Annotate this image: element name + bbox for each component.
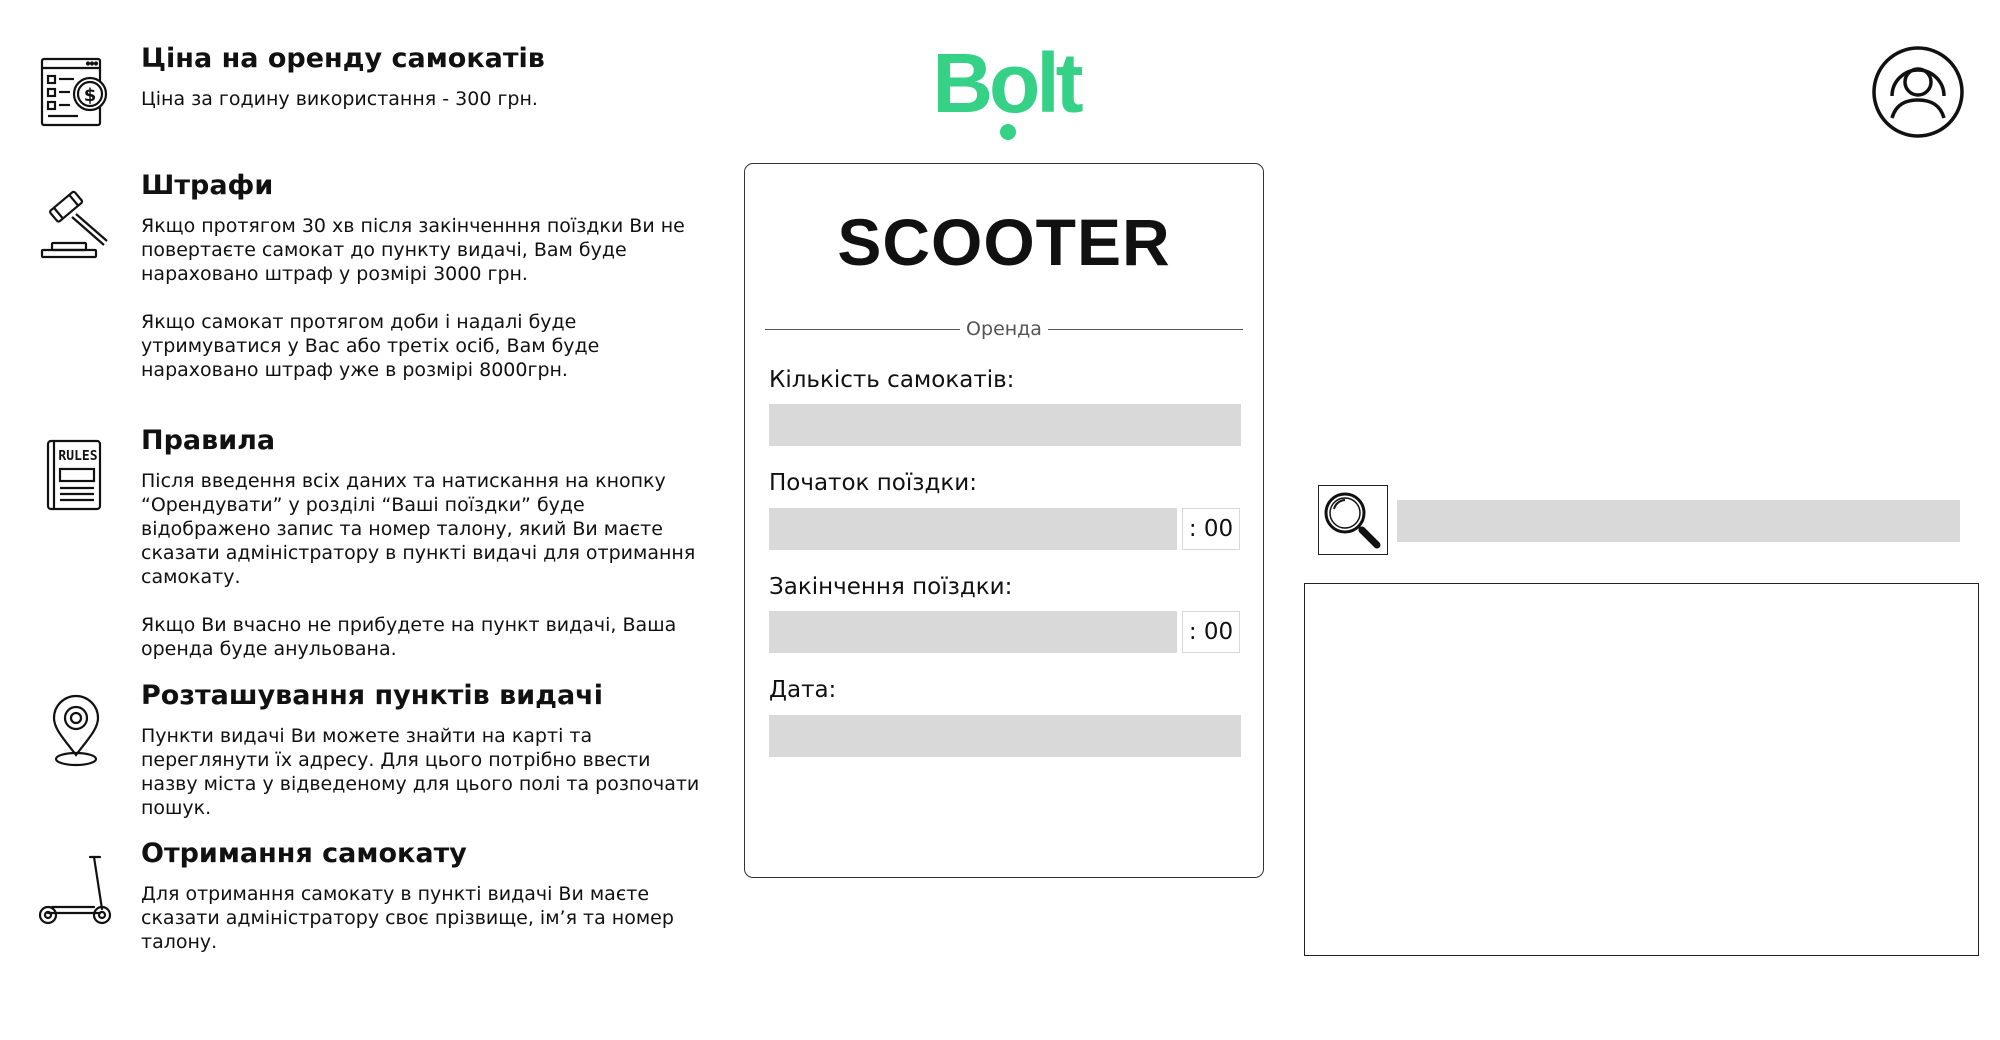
quantity-label: Кількість самокатів:: [769, 367, 1015, 393]
user-avatar-icon[interactable]: [1870, 44, 1966, 140]
date-input[interactable]: [769, 715, 1241, 757]
start-time-suffix: : 00: [1182, 508, 1240, 550]
info-rules-title: Правила: [141, 425, 276, 456]
search-button[interactable]: [1318, 485, 1388, 555]
search-icon: [1324, 492, 1381, 549]
rental-form-title: SCOOTER: [837, 205, 1171, 279]
info-fines: Штрафи Якщо протягом 30 хв після закінче…: [0, 169, 720, 389]
bolt-logo[interactable]: Bolt: [925, 42, 1087, 142]
info-pickup-title: Отримання самокату: [141, 838, 467, 869]
info-locations-paragraph: Пункти видачі Ви можете знайти на карті …: [141, 724, 700, 819]
info-price-title: Ціна на оренду самокатів: [141, 43, 545, 74]
info-rules: RULES Правила Після введення всіх даних …: [0, 424, 720, 660]
map-area[interactable]: [1304, 583, 1979, 956]
info-fines-paragraph-2: Якщо самокат протягом доби і надалі буде…: [141, 310, 600, 381]
info-rules-paragraph-1: Після введення всіх даних та натискання …: [141, 469, 696, 588]
info-price-paragraph: Ціна за годину використання - 300 грн.: [141, 87, 538, 110]
info-rules-paragraph-2: Якщо Ви вчасно не прибудете на пункт вид…: [141, 613, 677, 660]
rental-section-label: Оренда: [966, 318, 1042, 340]
scooter-icon: [38, 853, 114, 929]
end-time-label: Закінчення поїздки:: [769, 574, 1013, 600]
info-price: $ Ціна на оренду самокатів Ціна за годин…: [0, 42, 720, 132]
svg-text:$: $: [84, 85, 97, 106]
info-locations-text: Розташування пунктів видачі Пункти видач…: [141, 679, 711, 820]
gavel-icon: [38, 187, 114, 263]
rules-book-icon: RULES: [38, 438, 114, 514]
start-time-input[interactable]: [769, 508, 1177, 550]
info-price-text: Ціна на оренду самокатів Ціна за годину …: [141, 42, 711, 111]
info-pickup: Отримання самокату Для отримання самокат…: [0, 837, 720, 967]
divider-line-left: [765, 328, 961, 330]
price-list-icon: $: [38, 56, 114, 132]
city-search-input[interactable]: [1397, 500, 1960, 542]
info-fines-text: Штрафи Якщо протягом 30 хв після закінче…: [141, 169, 711, 382]
quantity-input[interactable]: [769, 404, 1241, 446]
info-locations-title: Розташування пунктів видачі: [141, 680, 603, 711]
date-label: Дата:: [769, 677, 837, 703]
end-time-suffix: : 00: [1182, 611, 1240, 653]
start-time-label: Початок поїздки:: [769, 470, 977, 496]
info-fines-paragraph-1: Якщо протягом 30 хв після закінченння по…: [141, 214, 685, 285]
info-locations: Розташування пунктів видачі Пункти видач…: [0, 679, 720, 819]
rules-icon-label: RULES: [58, 449, 97, 464]
info-rules-text: Правила Після введення всіх даних та нат…: [141, 424, 711, 661]
rental-form-card: SCOOTER Оренда Кількість самокатів: Поча…: [744, 163, 1264, 878]
info-pickup-paragraph: Для отримання самокату в пункті видачі В…: [141, 882, 674, 953]
info-fines-title: Штрафи: [141, 170, 274, 201]
divider-line-right: [1047, 328, 1244, 330]
bolt-logo-text: Bolt: [932, 42, 1082, 130]
info-pickup-text: Отримання самокату Для отримання самокат…: [141, 837, 711, 954]
bolt-logo-dot: [1000, 124, 1016, 140]
end-time-input[interactable]: [769, 611, 1177, 653]
rental-section-divider: Оренда: [765, 318, 1244, 340]
location-pin-icon: [38, 693, 114, 769]
